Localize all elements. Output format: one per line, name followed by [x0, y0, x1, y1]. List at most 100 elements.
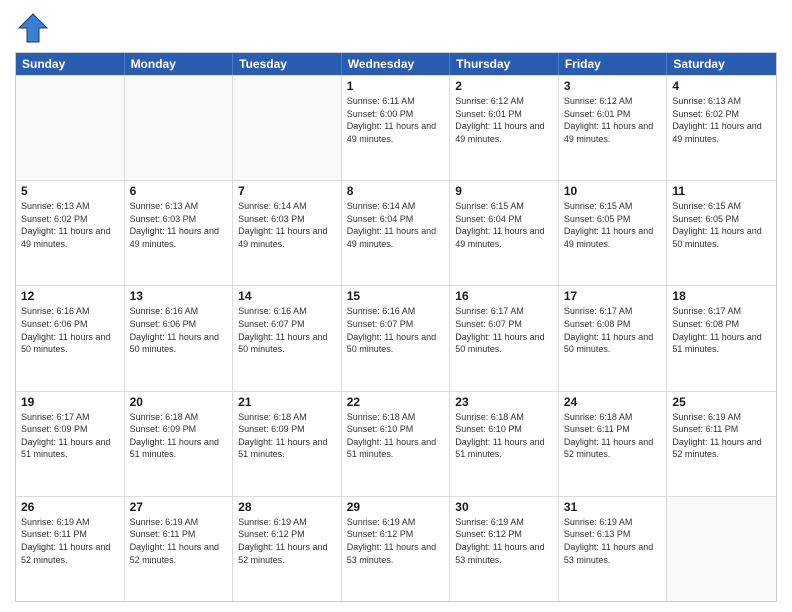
logo	[15, 10, 54, 46]
empty-cell	[233, 76, 342, 180]
day-info: Sunrise: 6:14 AMSunset: 6:04 PMDaylight:…	[347, 200, 445, 250]
day-number: 7	[238, 184, 336, 198]
day-header-monday: Monday	[125, 53, 234, 75]
day-info: Sunrise: 6:19 AMSunset: 6:12 PMDaylight:…	[238, 516, 336, 566]
day-info: Sunrise: 6:13 AMSunset: 6:02 PMDaylight:…	[672, 95, 771, 145]
day-cell-3: 3Sunrise: 6:12 AMSunset: 6:01 PMDaylight…	[559, 76, 668, 180]
day-cell-20: 20 Sunrise: 6:18 AMSunset: 6:09 PMDayligh…	[125, 392, 234, 496]
day-cell-10: 10 Sunrise: 6:15 AMSunset: 6:05 PMDayligh…	[559, 181, 668, 285]
day-info: Sunrise: 6:19 AMSunset: 6:11 PMDaylight:…	[130, 516, 228, 566]
day-number: 10	[564, 184, 662, 198]
day-cell-14: 14Sunrise: 6:16 AMSunset: 6:07 PMDayligh…	[233, 286, 342, 390]
day-number: 15	[347, 289, 445, 303]
day-info: Sunrise: 6:19 AMSunset: 6:11 PMDaylight:…	[21, 516, 119, 566]
day-info: Sunrise: 6:15 AMSunset: 6:04 PMDaylight:…	[455, 200, 553, 250]
day-number: 1	[347, 79, 445, 93]
day-info: Sunrise: 6:18 AMSunset: 6:09 PMDaylight:…	[130, 411, 228, 461]
day-number: 28	[238, 500, 336, 514]
day-info: Sunrise: 6:12 AMSunset: 6:01 PMDaylight:…	[564, 95, 662, 145]
day-info: Sunrise: 6:16 AMSunset: 6:07 PMDaylight:…	[347, 305, 445, 355]
day-number: 5	[21, 184, 119, 198]
day-number: 31	[564, 500, 662, 514]
day-info: Sunrise: 6:19 AMSunset: 6:11 PMDaylight:…	[672, 411, 771, 461]
day-info: Sunrise: 6:11 AMSunset: 6:00 PMDaylight:…	[347, 95, 445, 145]
day-cell-13: 13Sunrise: 6:16 AMSunset: 6:06 PMDayligh…	[125, 286, 234, 390]
day-cell-24: 24 Sunrise: 6:18 AMSunset: 6:11 PMDayligh…	[559, 392, 668, 496]
day-cell-26: 26 Sunrise: 6:19 AMSunset: 6:11 PMDayligh…	[16, 497, 125, 601]
day-cell-17: 17 Sunrise: 6:17 AMSunset: 6:08 PMDayligh…	[559, 286, 668, 390]
day-number: 19	[21, 395, 119, 409]
day-info: Sunrise: 6:16 AMSunset: 6:07 PMDaylight:…	[238, 305, 336, 355]
day-info: Sunrise: 6:18 AMSunset: 6:10 PMDaylight:…	[455, 411, 553, 461]
header	[15, 10, 777, 46]
day-cell-25: 25Sunrise: 6:19 AMSunset: 6:11 PMDayligh…	[667, 392, 776, 496]
day-number: 2	[455, 79, 553, 93]
day-number: 30	[455, 500, 553, 514]
day-cell-8: 8 Sunrise: 6:14 AMSunset: 6:04 PMDaylight…	[342, 181, 451, 285]
day-header-sunday: Sunday	[16, 53, 125, 75]
calendar-header: SundayMondayTuesdayWednesdayThursdayFrid…	[16, 53, 776, 75]
day-info: Sunrise: 6:12 AMSunset: 6:01 PMDaylight:…	[455, 95, 553, 145]
day-cell-27: 27Sunrise: 6:19 AMSunset: 6:11 PMDayligh…	[125, 497, 234, 601]
day-number: 26	[21, 500, 119, 514]
day-number: 17	[564, 289, 662, 303]
day-number: 18	[672, 289, 771, 303]
calendar-body: 1 Sunrise: 6:11 AMSunset: 6:00 PMDaylight…	[16, 75, 776, 601]
day-cell-4: 4 Sunrise: 6:13 AMSunset: 6:02 PMDaylight…	[667, 76, 776, 180]
day-number: 21	[238, 395, 336, 409]
day-cell-18: 18 Sunrise: 6:17 AMSunset: 6:08 PMDayligh…	[667, 286, 776, 390]
day-info: Sunrise: 6:13 AMSunset: 6:02 PMDaylight:…	[21, 200, 119, 250]
day-info: Sunrise: 6:19 AMSunset: 6:12 PMDaylight:…	[347, 516, 445, 566]
day-info: Sunrise: 6:17 AMSunset: 6:09 PMDaylight:…	[21, 411, 119, 461]
day-cell-15: 15 Sunrise: 6:16 AMSunset: 6:07 PMDayligh…	[342, 286, 451, 390]
day-info: Sunrise: 6:19 AMSunset: 6:12 PMDaylight:…	[455, 516, 553, 566]
calendar: SundayMondayTuesdayWednesdayThursdayFrid…	[15, 52, 777, 602]
day-cell-11: 11 Sunrise: 6:15 AMSunset: 6:05 PMDayligh…	[667, 181, 776, 285]
day-header-tuesday: Tuesday	[233, 53, 342, 75]
day-number: 8	[347, 184, 445, 198]
day-cell-28: 28 Sunrise: 6:19 AMSunset: 6:12 PMDayligh…	[233, 497, 342, 601]
day-cell-1: 1 Sunrise: 6:11 AMSunset: 6:00 PMDaylight…	[342, 76, 451, 180]
day-cell-29: 29 Sunrise: 6:19 AMSunset: 6:12 PMDayligh…	[342, 497, 451, 601]
day-header-saturday: Saturday	[667, 53, 776, 75]
day-number: 23	[455, 395, 553, 409]
day-number: 11	[672, 184, 771, 198]
empty-cell	[667, 497, 776, 601]
day-cell-5: 5 Sunrise: 6:13 AMSunset: 6:02 PMDaylight…	[16, 181, 125, 285]
day-cell-19: 19 Sunrise: 6:17 AMSunset: 6:09 PMDayligh…	[16, 392, 125, 496]
day-number: 4	[672, 79, 771, 93]
day-cell-23: 23 Sunrise: 6:18 AMSunset: 6:10 PMDayligh…	[450, 392, 559, 496]
day-info: Sunrise: 6:17 AMSunset: 6:08 PMDaylight:…	[564, 305, 662, 355]
week-row-5: 26 Sunrise: 6:19 AMSunset: 6:11 PMDayligh…	[16, 496, 776, 601]
day-info: Sunrise: 6:15 AMSunset: 6:05 PMDaylight:…	[672, 200, 771, 250]
day-info: Sunrise: 6:18 AMSunset: 6:09 PMDaylight:…	[238, 411, 336, 461]
day-cell-12: 12Sunrise: 6:16 AMSunset: 6:06 PMDayligh…	[16, 286, 125, 390]
day-number: 22	[347, 395, 445, 409]
week-row-1: 1 Sunrise: 6:11 AMSunset: 6:00 PMDaylight…	[16, 75, 776, 180]
page: SundayMondayTuesdayWednesdayThursdayFrid…	[0, 0, 792, 612]
day-cell-21: 21 Sunrise: 6:18 AMSunset: 6:09 PMDayligh…	[233, 392, 342, 496]
day-number: 12	[21, 289, 119, 303]
week-row-3: 12Sunrise: 6:16 AMSunset: 6:06 PMDayligh…	[16, 285, 776, 390]
day-info: Sunrise: 6:13 AMSunset: 6:03 PMDaylight:…	[130, 200, 228, 250]
week-row-2: 5 Sunrise: 6:13 AMSunset: 6:02 PMDaylight…	[16, 180, 776, 285]
day-cell-30: 30 Sunrise: 6:19 AMSunset: 6:12 PMDayligh…	[450, 497, 559, 601]
day-number: 24	[564, 395, 662, 409]
week-row-4: 19 Sunrise: 6:17 AMSunset: 6:09 PMDayligh…	[16, 391, 776, 496]
day-cell-22: 22Sunrise: 6:18 AMSunset: 6:10 PMDayligh…	[342, 392, 451, 496]
day-info: Sunrise: 6:14 AMSunset: 6:03 PMDaylight:…	[238, 200, 336, 250]
day-number: 16	[455, 289, 553, 303]
day-header-wednesday: Wednesday	[342, 53, 451, 75]
day-number: 20	[130, 395, 228, 409]
day-number: 13	[130, 289, 228, 303]
day-cell-16: 16Sunrise: 6:17 AMSunset: 6:07 PMDayligh…	[450, 286, 559, 390]
day-info: Sunrise: 6:19 AMSunset: 6:13 PMDaylight:…	[564, 516, 662, 566]
day-cell-9: 9Sunrise: 6:15 AMSunset: 6:04 PMDaylight…	[450, 181, 559, 285]
day-number: 29	[347, 500, 445, 514]
day-info: Sunrise: 6:17 AMSunset: 6:08 PMDaylight:…	[672, 305, 771, 355]
empty-cell	[16, 76, 125, 180]
day-cell-7: 7 Sunrise: 6:14 AMSunset: 6:03 PMDaylight…	[233, 181, 342, 285]
day-header-friday: Friday	[559, 53, 668, 75]
day-info: Sunrise: 6:15 AMSunset: 6:05 PMDaylight:…	[564, 200, 662, 250]
day-info: Sunrise: 6:18 AMSunset: 6:11 PMDaylight:…	[564, 411, 662, 461]
